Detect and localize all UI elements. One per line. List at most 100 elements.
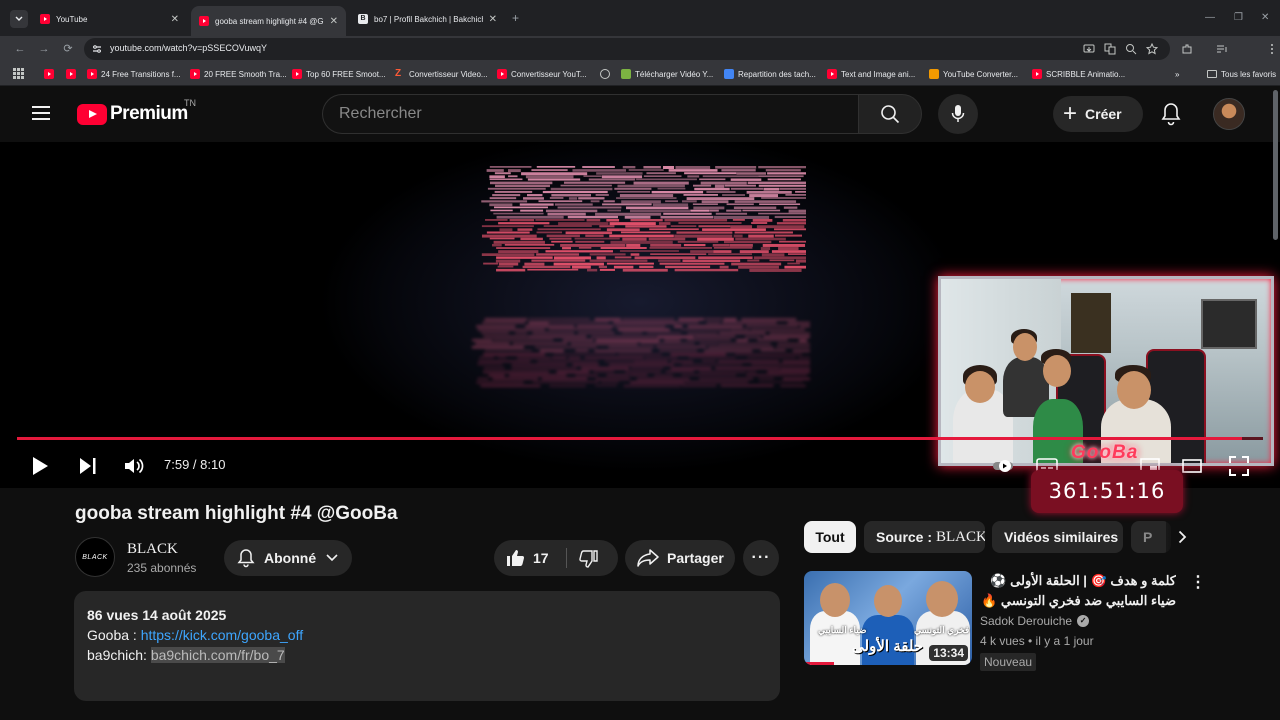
voice-search-button[interactable] (938, 94, 978, 134)
account-avatar[interactable] (1213, 98, 1245, 130)
chip-source[interactable]: Source : BLACK (864, 521, 985, 553)
glitch-line (630, 367, 664, 369)
bookmark-item[interactable]: Repartition des tach... (724, 67, 816, 81)
dislike-icon[interactable] (579, 549, 599, 569)
subscribed-label: Abonné (264, 550, 317, 566)
extensions-icon[interactable] (1181, 43, 1193, 55)
share-button[interactable]: Partager (625, 540, 735, 576)
like-count: 17 (533, 550, 549, 566)
more-actions-button[interactable]: ··· (743, 540, 779, 576)
glitch-line (757, 339, 788, 341)
bookmark-item[interactable]: Text and Image ani... (827, 67, 915, 81)
glitch-line (784, 265, 806, 269)
bookmark-item[interactable] (600, 67, 614, 81)
bookmark-item[interactable]: 20 FREE Smooth Tra... (190, 67, 287, 81)
glitch-line (617, 190, 651, 193)
glitch-line (613, 321, 677, 325)
close-tab-icon[interactable]: ✕ (171, 14, 179, 25)
glitch-line (617, 184, 685, 188)
glitch-line (475, 342, 510, 345)
tab-current-video[interactable]: gooba stream highlight #4 @GooBa ✕ (191, 6, 346, 36)
chips-next-button[interactable] (1166, 521, 1198, 553)
zoom-icon[interactable] (1125, 43, 1137, 55)
chip-partial[interactable]: P (1131, 521, 1171, 553)
channel-name[interactable]: BLACK (127, 541, 178, 558)
video-player[interactable]: GooBa 7:59 / 8:10 (0, 142, 1280, 488)
tab-label: YouTube (56, 14, 88, 24)
kebab-menu-icon[interactable] (1266, 43, 1278, 55)
youtube-premium-logo[interactable]: Premium (77, 103, 188, 125)
description-box[interactable]: 86 vues 14 août 2025 Gooba : https://kic… (74, 591, 780, 701)
site-settings-icon[interactable] (92, 44, 102, 54)
new-tab-button[interactable]: + (512, 11, 519, 25)
autoplay-toggle-icon[interactable] (992, 456, 1014, 476)
glitch-line (702, 175, 759, 178)
recommended-video-title[interactable]: كلمة و هدف 🎯 | الحلقة الأولى ⚽ ضياء السا… (980, 571, 1176, 611)
minimize-button[interactable]: — (1205, 12, 1215, 23)
all-bookmarks-button[interactable]: Tous les favoris (1207, 67, 1276, 81)
close-tab-icon[interactable]: ✕ (489, 14, 497, 25)
play-icon[interactable] (30, 455, 50, 477)
theater-mode-icon[interactable] (1182, 456, 1202, 476)
search-button[interactable] (858, 94, 922, 134)
tab-search-button[interactable] (10, 10, 28, 28)
search-input[interactable] (323, 95, 860, 133)
notifications-bell-icon[interactable] (1160, 102, 1182, 126)
recommended-channel[interactable]: Sadok Derouiche ✓ (980, 614, 1090, 628)
bookmark-item[interactable]: Top 60 FREE Smoot... (292, 67, 386, 81)
back-button[interactable]: ← (12, 41, 28, 57)
bookmark-item[interactable]: Z Convertisseur Video... (395, 67, 488, 81)
fullscreen-icon[interactable] (1229, 456, 1249, 476)
glitch-line (572, 363, 599, 367)
tab-bakchich[interactable]: B bo7 | Profil Bakchich | Bakchich ✕ (350, 7, 505, 31)
glitch-line (738, 265, 779, 269)
glitch-line (681, 363, 743, 366)
glitch-line (751, 363, 810, 366)
media-control-icon[interactable] (1216, 43, 1228, 55)
tab-youtube[interactable]: YouTube ✕ (32, 7, 187, 31)
subscribed-button[interactable]: Abonné (224, 540, 352, 576)
bookmark-item[interactable] (44, 67, 58, 81)
install-app-icon[interactable] (1083, 43, 1095, 55)
recommended-video-thumbnail[interactable]: ضياء السايبي فخري التونسي حلقة الأولى 13… (804, 571, 972, 665)
bookmark-item[interactable]: 24 Free Transitions f... (87, 67, 181, 81)
glitch-line (550, 187, 613, 191)
glitch-line (670, 225, 697, 228)
menu-icon[interactable] (32, 106, 50, 120)
chip-similar-videos[interactable]: Vidéos similaires (992, 521, 1123, 553)
bookmark-item[interactable]: Convertisseur YouT... (497, 67, 587, 81)
forward-button[interactable]: → (36, 41, 52, 57)
volume-icon[interactable] (123, 455, 145, 477)
apps-grid-icon[interactable] (13, 68, 24, 79)
glitch-line (640, 342, 695, 345)
glitch-line (630, 374, 648, 377)
next-video-icon[interactable] (78, 456, 98, 476)
bookmark-star-icon[interactable] (1146, 43, 1158, 55)
translate-icon[interactable] (1104, 43, 1116, 55)
duration-badge: 13:34 (929, 645, 968, 661)
bookmark-item[interactable]: Télécharger Vidéo Y... (621, 67, 713, 81)
bookmark-item[interactable]: SCRIBBLE Animatio... (1032, 67, 1125, 81)
address-bar[interactable]: youtube.com/watch?v=pSSECOVuwqY (84, 38, 1170, 60)
kick-link[interactable]: https://kick.com/gooba_off (141, 627, 303, 643)
bakchich-link[interactable]: ba9chich.com/fr/bo_7 (150, 647, 285, 663)
glitch-line (508, 374, 567, 377)
progress-bar[interactable] (17, 437, 1263, 440)
close-window-button[interactable]: ✕ (1261, 12, 1269, 23)
glitch-line (595, 339, 660, 343)
create-button[interactable]: + Créer (1053, 96, 1143, 132)
more-vertical-icon[interactable]: ⋮ (1190, 572, 1206, 592)
glitch-line (765, 169, 801, 172)
reload-button[interactable]: ⟳ (60, 41, 76, 57)
chip-all[interactable]: Tout (804, 521, 856, 553)
bookmarks-overflow-button[interactable]: » (1175, 67, 1179, 81)
restore-button[interactable]: ❐ (1234, 12, 1243, 23)
glitch-line (578, 197, 605, 200)
channel-avatar[interactable]: BLACK (75, 537, 115, 577)
like-icon[interactable] (505, 548, 525, 568)
close-tab-icon[interactable]: ✕ (330, 16, 338, 27)
bookmark-item[interactable]: YouTube Converter... (929, 67, 1018, 81)
bookmark-item[interactable] (66, 67, 80, 81)
glitch-line (489, 166, 532, 168)
scrollbar[interactable] (1273, 90, 1278, 240)
